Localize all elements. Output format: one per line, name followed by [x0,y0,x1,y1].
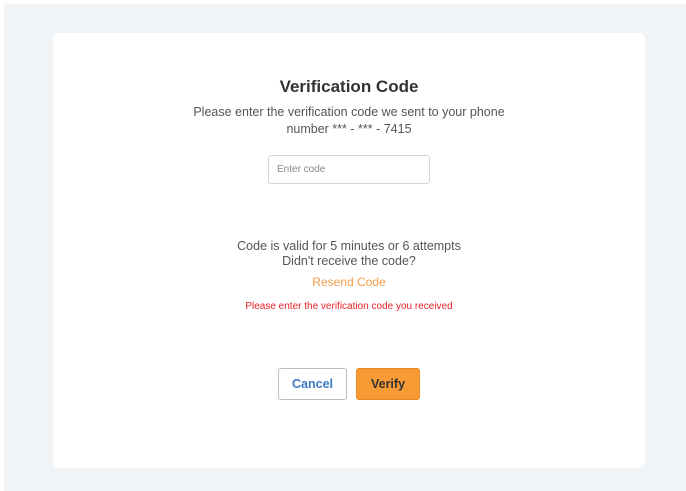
verify-button[interactable]: Verify [356,368,420,400]
cancel-button[interactable]: Cancel [278,368,347,400]
code-info: Code is valid for 5 minutes or 6 attempt… [53,239,645,269]
instruction-text: Please enter the verification code we se… [193,105,505,136]
page-title: Verification Code [279,77,419,96]
verification-code-input[interactable] [268,155,430,184]
resend-code-link[interactable]: Resend Code [53,275,645,289]
not-received-text: Didn't receive the code? [282,254,416,268]
validity-text: Code is valid for 5 minutes or 6 attempt… [237,239,461,253]
error-message: Please enter the verification code you r… [245,301,453,312]
verification-card: Verification Code Please enter the verif… [53,33,645,468]
